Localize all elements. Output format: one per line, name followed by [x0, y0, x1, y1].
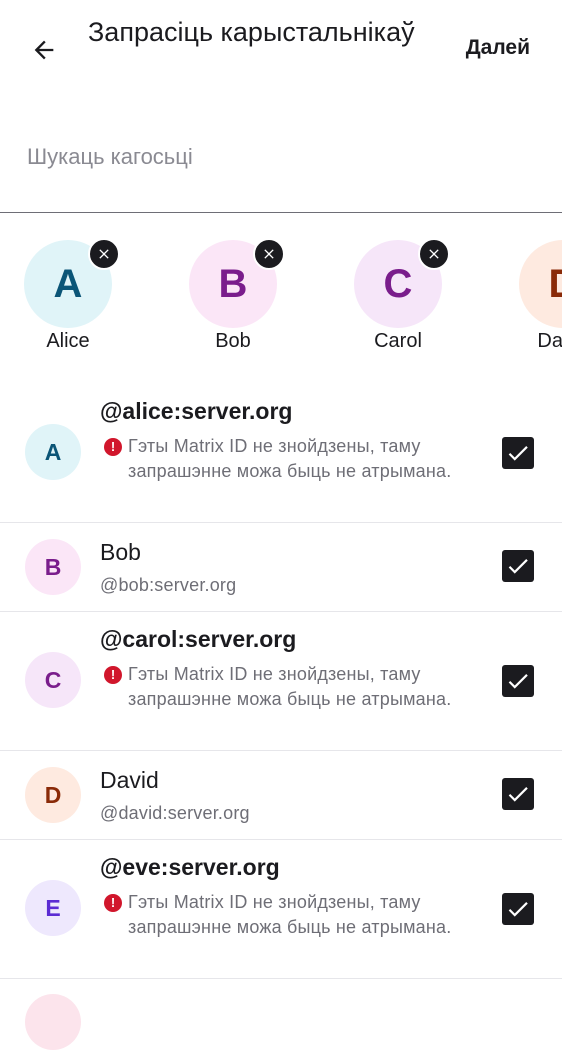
selected-user-chip[interactable]: B Bob [173, 236, 293, 366]
user-primary-text: @alice:server.org [100, 398, 293, 424]
user-primary-text: @eve:server.org [100, 854, 280, 880]
check-icon [508, 674, 528, 689]
avatar: D [25, 767, 81, 823]
error-icon: ! [104, 666, 122, 684]
close-icon [264, 249, 274, 259]
select-checkbox[interactable] [502, 550, 534, 582]
check-icon [508, 902, 528, 917]
selected-user-chip[interactable]: DDavid [503, 236, 562, 366]
warning-text: Гэты Matrix ID не знойдзены, таму запраш… [128, 664, 452, 709]
select-checkbox[interactable] [502, 665, 534, 697]
check-icon [508, 446, 528, 461]
user-list-item[interactable]: D David @david:server.org [0, 751, 562, 840]
error-icon: ! [104, 894, 122, 912]
chip-name: David [537, 330, 562, 352]
chip-name: Carol [374, 330, 422, 352]
back-button[interactable] [22, 28, 66, 72]
warning-text: Гэты Matrix ID не знойдзены, таму запраш… [128, 892, 452, 937]
user-list-item[interactable]: E @eve:server.org! Гэты Matrix ID не знойд… [0, 840, 562, 979]
check-icon [508, 787, 528, 802]
close-icon [429, 249, 439, 259]
remove-user-button[interactable] [253, 238, 285, 270]
user-list-item[interactable]: A @alice:server.org! Гэты Matrix ID не зно… [0, 384, 562, 523]
avatar: D [519, 240, 562, 328]
avatar: E [25, 880, 81, 936]
close-icon [99, 249, 109, 259]
arrow-back-icon [34, 40, 54, 60]
not-found-warning: ! Гэты Matrix ID не знойдзены, таму запра… [104, 890, 464, 940]
page-title: Запрасіць карыстальнікаў [88, 17, 415, 47]
user-list-item[interactable]: B Bob @bob:server.org [0, 523, 562, 612]
select-checkbox[interactable] [502, 778, 534, 810]
avatar: C [25, 652, 81, 708]
not-found-warning: ! Гэты Matrix ID не знойдзены, таму запра… [104, 662, 464, 712]
chip-name: Bob [215, 330, 251, 352]
remove-user-button[interactable] [88, 238, 120, 270]
selected-user-chip[interactable]: C Carol [338, 236, 458, 366]
check-icon [508, 559, 528, 574]
next-button[interactable]: Далей [466, 36, 530, 60]
avatar [25, 994, 81, 1050]
not-found-warning: ! Гэты Matrix ID не знойдзены, таму запра… [104, 434, 464, 484]
search-bar [0, 126, 562, 213]
user-id-text: @bob:server.org [100, 575, 237, 595]
user-list-item[interactable]: C @carol:server.org! Гэты Matrix ID не зно… [0, 612, 562, 751]
selected-users-strip: AAlice BBob CCarol DDavid [0, 236, 562, 366]
warning-text: Гэты Matrix ID не знойдзены, таму запраш… [128, 436, 452, 481]
remove-user-button[interactable] [418, 238, 450, 270]
avatar: B [25, 539, 81, 595]
avatar: A [25, 424, 81, 480]
selected-user-chip[interactable]: A Alice [8, 236, 128, 366]
user-primary-text: David [100, 767, 159, 793]
top-app-bar: Запрасіць карыстальнікаў Далей [0, 0, 562, 110]
user-primary-text: Bob [100, 539, 141, 565]
user-list: A @alice:server.org! Гэты Matrix ID не зно… [0, 384, 562, 979]
error-icon: ! [104, 438, 122, 456]
select-checkbox[interactable] [502, 893, 534, 925]
select-checkbox[interactable] [502, 437, 534, 469]
user-primary-text: @carol:server.org [100, 626, 297, 652]
user-id-text: @david:server.org [100, 803, 250, 823]
search-input[interactable] [25, 136, 529, 178]
chip-name: Alice [46, 330, 90, 352]
